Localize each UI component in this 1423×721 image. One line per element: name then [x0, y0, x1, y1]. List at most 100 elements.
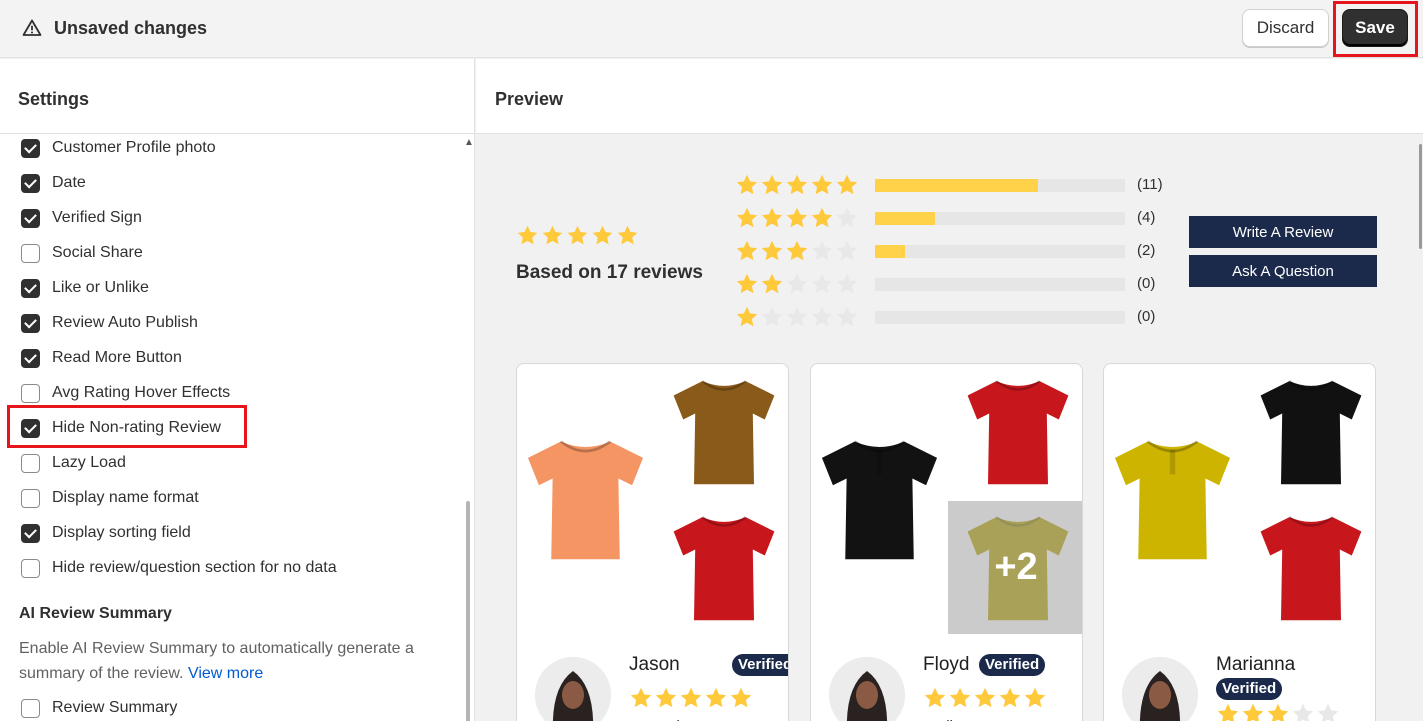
option-label: Review Auto Publish [52, 314, 198, 331]
review-thumb-photo[interactable] [657, 500, 788, 635]
ask-question-button[interactable]: Ask A Question [1189, 255, 1377, 287]
star-filled-icon [836, 174, 858, 195]
star-filled-icon [811, 207, 833, 228]
checkbox[interactable] [21, 138, 40, 158]
option-date[interactable]: Date [21, 172, 86, 194]
rating-count: (4) [1137, 209, 1156, 226]
star-empty-icon [836, 273, 858, 294]
review-card[interactable]: JasonVerifiedDecember 22, 2021 [516, 363, 789, 721]
review-main-photo[interactable] [811, 364, 948, 634]
star-filled-icon [630, 687, 652, 708]
checkbox[interactable] [21, 488, 40, 508]
option-lazy-load[interactable]: Lazy Load [21, 452, 126, 474]
preview-scrollbar[interactable] [1419, 144, 1422, 249]
checkbox[interactable] [21, 278, 40, 298]
checkbox[interactable] [21, 208, 40, 228]
option-read-more-button[interactable]: Read More Button [21, 347, 182, 369]
star-empty-icon [1317, 703, 1339, 721]
save-button[interactable]: Save [1342, 9, 1408, 47]
tshirt-image [673, 380, 774, 485]
view-more-link[interactable]: View more [188, 665, 263, 682]
star-filled-icon [761, 174, 783, 195]
option-label: Review Summary [52, 699, 178, 716]
star-empty-icon [761, 306, 783, 327]
review-card[interactable]: Marianna Verified [1103, 363, 1376, 721]
rating-bar-fill [875, 245, 905, 258]
distribution-row-4-star[interactable]: (4) [735, 205, 1155, 231]
avatar [535, 657, 611, 721]
tshirt-image [821, 440, 938, 560]
avatar-image [535, 657, 611, 721]
option-review-auto-publish[interactable]: Review Auto Publish [21, 312, 198, 334]
review-main-photo[interactable] [517, 364, 654, 634]
checkbox[interactable] [21, 348, 40, 368]
row-stars [735, 173, 860, 197]
checkbox[interactable] [21, 523, 40, 543]
settings-header: Settings [0, 59, 474, 134]
option-label: Verified Sign [52, 209, 142, 226]
review-thumb-photo[interactable] [1244, 364, 1375, 499]
star-filled-icon [542, 225, 563, 245]
review-summary-checkbox[interactable] [21, 698, 40, 718]
star-filled-icon [736, 306, 758, 327]
option-social-share[interactable]: Social Share [21, 242, 143, 264]
option-customer-profile-photo[interactable]: Customer Profile photo [21, 137, 216, 159]
rating-bar-track [875, 212, 1125, 225]
option-hide-non-rating-review[interactable]: Hide Non-rating Review [21, 417, 221, 439]
chevron-up-icon[interactable]: ▲ [464, 137, 474, 148]
checkbox[interactable] [21, 173, 40, 193]
checkbox[interactable] [21, 558, 40, 578]
preview-header: Preview [476, 59, 1423, 134]
star-filled-icon [811, 174, 833, 195]
checkbox[interactable] [21, 313, 40, 333]
review-main-photo[interactable] [1104, 364, 1241, 634]
more-photos-overlay[interactable]: +2 [948, 501, 1082, 634]
option-avg-rating-hover-effects[interactable]: Avg Rating Hover Effects [21, 382, 230, 404]
option-review-summary[interactable]: Review Summary [21, 697, 177, 719]
review-thumb-photo[interactable] [951, 364, 1082, 499]
option-label: Display name format [52, 489, 199, 506]
option-display-name-format[interactable]: Display name format [21, 487, 199, 509]
tshirt-image [967, 380, 1068, 485]
option-like-or-unlike[interactable]: Like or Unlike [21, 277, 149, 299]
review-card[interactable]: +2FloydVerifiedApril 8, 2021 [810, 363, 1083, 721]
review-thumb-photo[interactable] [657, 364, 788, 499]
star-filled-icon [786, 240, 808, 261]
star-empty-icon [836, 240, 858, 261]
star-empty-icon [811, 273, 833, 294]
row-stars [735, 206, 860, 230]
rating-count: (0) [1137, 275, 1156, 292]
write-review-button[interactable]: Write A Review [1189, 216, 1377, 248]
option-hide-review-question-section-for-no-data[interactable]: Hide review/question section for no data [21, 557, 337, 579]
page-title: Unsaved changes [54, 18, 208, 38]
verified-badge: Verified [732, 654, 788, 676]
distribution-row-2-star[interactable]: (0) [735, 271, 1155, 297]
review-rating-stars [1216, 702, 1341, 721]
option-display-sorting-field[interactable]: Display sorting field [21, 522, 191, 544]
checkbox[interactable] [21, 243, 40, 263]
star-empty-icon [786, 306, 808, 327]
scrollbar-thumb[interactable] [466, 501, 470, 721]
checkbox[interactable] [21, 383, 40, 403]
tshirt-image [1260, 380, 1361, 485]
star-filled-icon [924, 687, 946, 708]
star-filled-icon [761, 207, 783, 228]
option-verified-sign[interactable]: Verified Sign [21, 207, 142, 229]
review-thumb-photo[interactable] [1244, 500, 1375, 635]
star-filled-icon [736, 240, 758, 261]
star-empty-icon [786, 273, 808, 294]
discard-button[interactable]: Discard [1242, 9, 1329, 47]
tshirt-image [1114, 440, 1231, 560]
star-filled-icon [761, 240, 783, 261]
option-label: Social Share [52, 244, 143, 261]
checkbox[interactable] [21, 418, 40, 438]
ai-summary-description: Enable AI Review Summary to automaticall… [19, 636, 439, 686]
distribution-row-5-star[interactable]: (11) [735, 172, 1163, 198]
star-filled-icon [1024, 687, 1046, 708]
distribution-row-3-star[interactable]: (2) [735, 238, 1155, 264]
star-filled-icon [680, 687, 702, 708]
distribution-row-1-star[interactable]: (0) [735, 304, 1155, 330]
verified-badge: Verified [979, 654, 1046, 676]
settings-scrollbar[interactable]: ▲ [462, 135, 474, 721]
checkbox[interactable] [21, 453, 40, 473]
